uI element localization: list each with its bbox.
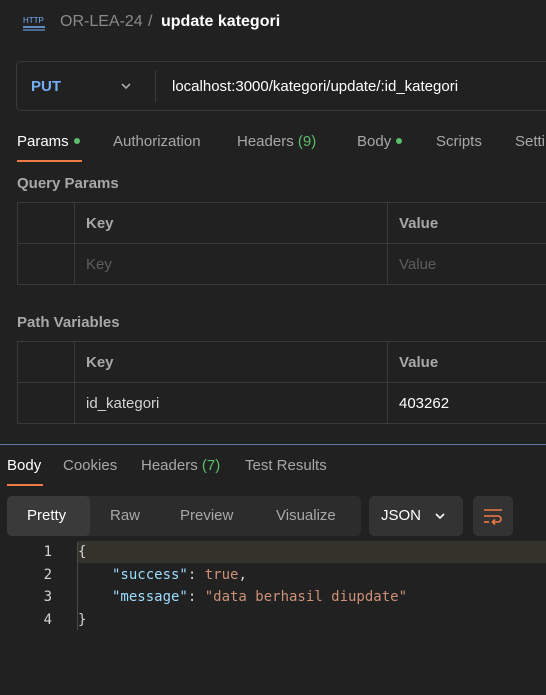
tab-headers-label: Headers xyxy=(237,133,294,150)
key-header: Key xyxy=(86,215,114,232)
json-close-brace: } xyxy=(78,612,87,628)
table-cell: Key xyxy=(75,342,388,382)
table-row: id_kategori 403262 xyxy=(18,383,546,424)
active-tab-indicator xyxy=(17,160,82,162)
value-header: Value xyxy=(399,215,439,232)
table-header-row: Key Value xyxy=(18,203,546,244)
json-open-brace: { xyxy=(78,544,87,560)
line-number: 2 xyxy=(43,567,52,583)
status-dot-icon xyxy=(73,138,80,145)
tab-scripts[interactable]: Scripts xyxy=(436,133,482,150)
key-header: Key xyxy=(86,354,114,371)
tab-body-label: Body xyxy=(357,133,392,150)
tab-authorization[interactable]: Authorization xyxy=(113,133,201,150)
path-value-input[interactable]: 403262 xyxy=(388,383,546,423)
json-value: "data berhasil diupdate" xyxy=(204,589,408,605)
view-raw-button[interactable]: Raw xyxy=(110,507,140,524)
status-dot-icon xyxy=(396,138,403,145)
table-cell: Value xyxy=(388,203,546,243)
tab-body[interactable]: Body xyxy=(357,133,403,150)
response-tab-headers[interactable]: Headers (7) xyxy=(141,457,220,474)
format-label: JSON xyxy=(381,507,422,524)
path-variables-table: Key Value id_kategori 403262 xyxy=(17,341,546,424)
wrap-lines-icon xyxy=(482,505,504,527)
table-cell xyxy=(18,342,75,382)
query-params-table: Key Value Key Value xyxy=(17,202,546,285)
line-number: 1 xyxy=(43,544,52,560)
response-pane-divider[interactable] xyxy=(0,444,546,445)
json-value: true xyxy=(204,567,239,583)
line-number: 4 xyxy=(43,612,52,628)
table-cell xyxy=(18,383,75,423)
view-visualize-button[interactable]: Visualize xyxy=(276,507,336,524)
tab-params[interactable]: Params xyxy=(17,133,80,150)
chevron-down-icon[interactable] xyxy=(119,79,133,93)
value-placeholder: Value xyxy=(399,256,437,273)
value-input[interactable]: Value xyxy=(388,244,546,284)
tab-headers[interactable]: Headers (9) xyxy=(237,133,316,150)
breadcrumb-separator: / xyxy=(148,13,153,30)
tab-settings[interactable]: Settings xyxy=(515,133,546,150)
headers-count: (9) xyxy=(297,133,317,150)
http-icon: HTTP xyxy=(22,12,46,32)
request-title[interactable]: update kategori xyxy=(161,13,280,31)
key-placeholder: Key xyxy=(86,256,112,273)
table-header-row: Key Value xyxy=(18,342,546,383)
table-row: Key Value xyxy=(18,244,546,285)
key-input[interactable]: Key xyxy=(75,244,388,284)
tab-params-label: Params xyxy=(17,133,69,150)
row-checkbox-cell[interactable] xyxy=(18,244,75,284)
path-key-cell: id_kategori xyxy=(75,383,388,423)
response-tab-body[interactable]: Body xyxy=(7,457,41,474)
table-cell xyxy=(18,203,75,243)
http-icon-label: HTTP xyxy=(23,16,44,25)
query-params-title: Query Params xyxy=(17,175,119,192)
chevron-down-icon xyxy=(433,509,447,523)
active-tab-indicator xyxy=(7,484,43,486)
path-key: id_kategori xyxy=(86,395,160,412)
json-line-message: "message": "data berhasil diupdate" xyxy=(112,589,408,605)
current-line-highlight xyxy=(78,541,546,563)
view-pretty-button[interactable]: Pretty xyxy=(27,507,66,524)
json-key: "success" xyxy=(112,567,188,583)
response-tab-cookies[interactable]: Cookies xyxy=(63,457,117,474)
response-headers-label: Headers xyxy=(141,457,198,474)
table-cell: Key xyxy=(75,203,388,243)
method-select[interactable]: PUT xyxy=(31,78,61,95)
table-cell: Value xyxy=(388,342,546,382)
value-header: Value xyxy=(399,354,439,371)
breadcrumb-collection[interactable]: OR-LEA-24 xyxy=(60,13,143,31)
path-variables-title: Path Variables xyxy=(17,314,120,331)
json-line-success: "success": true, xyxy=(112,567,247,583)
url-divider xyxy=(155,70,156,102)
json-key: "message" xyxy=(112,589,188,605)
response-tab-test-results[interactable]: Test Results xyxy=(245,457,327,474)
response-headers-count: (7) xyxy=(201,457,221,474)
path-value: 403262 xyxy=(399,395,450,412)
url-input[interactable]: localhost:3000/kategori/update/:id_kateg… xyxy=(172,78,458,95)
view-preview-button[interactable]: Preview xyxy=(180,507,233,524)
line-number: 3 xyxy=(43,589,52,605)
